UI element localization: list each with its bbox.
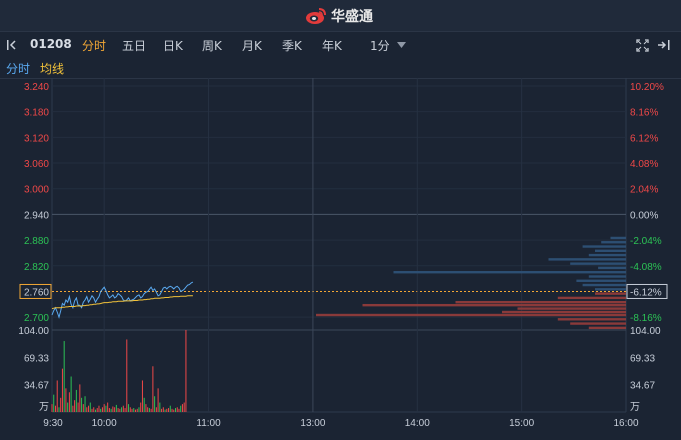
time-tick-label: 14:00 <box>405 418 430 429</box>
ask-depth-bar <box>601 241 626 244</box>
ask-depth-bar <box>598 266 626 270</box>
pct-tick-label: 10.20% <box>630 82 664 93</box>
ask-depth-bar <box>570 262 626 265</box>
price-tick-label: 3.180 <box>24 108 49 119</box>
price-tick-label: 3.120 <box>24 133 49 144</box>
price-tick-label: 3.240 <box>24 82 49 93</box>
bid-depth-bar <box>455 300 626 304</box>
app-header: 华盛通 <box>0 0 681 32</box>
price-tick-label: 2.880 <box>24 236 49 247</box>
pct-tick-label: 8.16% <box>630 108 658 119</box>
time-tick-label: 9:30 <box>43 418 63 429</box>
weibo-logo-icon <box>306 8 326 24</box>
bid-depth-bar <box>362 303 626 307</box>
bid-depth-bar <box>595 292 626 295</box>
tab-timeshare[interactable]: 分时 <box>82 37 106 54</box>
ask-depth-bar <box>576 279 626 282</box>
time-tick-label: 10:00 <box>92 418 117 429</box>
interval-select[interactable]: 1分 <box>370 37 390 54</box>
time-tick-label: 16:00 <box>613 418 638 429</box>
time-tick-label: 13:00 <box>300 418 325 429</box>
brand-logo: 华盛通 <box>305 6 373 26</box>
tab-monthly-k[interactable]: 月K <box>242 37 262 54</box>
chart-toolbar: 01208 分时 五日 日K 周K 月K 季K 年K 1分 <box>0 32 681 58</box>
tab-yearly-k[interactable]: 年K <box>322 37 342 54</box>
time-tick-label: 11:00 <box>196 418 221 429</box>
ask-depth-bar <box>588 253 626 257</box>
price-tick-label: 3.000 <box>24 185 49 196</box>
pct-tick-label: -2.04% <box>630 236 662 247</box>
pct-tick-label: -8.16% <box>630 313 662 324</box>
price-tick-label: 2.820 <box>24 262 49 273</box>
price-tick-label: 2.760 <box>24 287 49 298</box>
bid-depth-bar <box>316 313 626 317</box>
brand-name: 华盛通 <box>331 9 373 25</box>
price-tick-label: 2.700 <box>24 313 49 324</box>
legend-timeshare: 分时 <box>6 62 31 76</box>
bid-depth-bar <box>502 310 626 314</box>
pct-tick-label: 2.04% <box>630 185 658 196</box>
tab-quarterly-k[interactable]: 季K <box>282 37 302 54</box>
pct-tick-label: -4.08% <box>630 262 662 273</box>
tab-weekly-k[interactable]: 周K <box>202 37 222 54</box>
time-tick-label: 15:00 <box>509 418 534 429</box>
volume-unit-label: 万 <box>630 402 640 413</box>
bid-depth-bar <box>517 307 626 310</box>
collapse-left-icon[interactable] <box>6 39 20 51</box>
pct-tick-label: 0.00% <box>630 210 658 221</box>
ask-depth-bar <box>582 283 626 287</box>
volume-tick-label: 104.00 <box>18 326 49 337</box>
bid-depth-bar <box>570 322 626 325</box>
volume-tick-label: 34.67 <box>630 381 655 392</box>
bid-depth-bar <box>557 318 626 321</box>
bid-depth-bar <box>588 326 626 330</box>
ask-depth-bar <box>595 249 626 253</box>
ask-depth-bar <box>588 275 626 278</box>
tab-daily-k[interactable]: 日K <box>163 37 183 54</box>
legend-bar: 分时 均线 <box>0 58 681 79</box>
legend-average: 均线 <box>40 62 65 76</box>
expand-right-icon[interactable] <box>657 39 671 51</box>
tab-five-day[interactable]: 五日 <box>122 37 146 54</box>
ask-depth-bar <box>595 288 626 291</box>
chevron-down-icon[interactable] <box>397 42 406 48</box>
volume-unit-label: 万 <box>39 402 49 413</box>
intraday-chart-svg[interactable]: 3.240 10.20% 3.180 8.16% 3.120 6.12% 3.060 4.08… <box>0 78 681 435</box>
price-tick-label: 2.940 <box>24 210 49 221</box>
volume-tick-label: 104.00 <box>630 326 661 337</box>
volume-tick-label: 69.33 <box>630 353 655 364</box>
intraday-chart: 3.240 10.20% 3.180 8.16% 3.120 6.12% 3.060 4.08… <box>0 78 681 435</box>
stock-code: 01208 <box>30 37 72 51</box>
bid-depth-bar <box>557 296 626 300</box>
volume-tick-label: 69.33 <box>24 353 49 364</box>
ask-depth-bar <box>582 245 626 248</box>
ask-depth-bar <box>610 236 626 240</box>
pct-tick-label: 4.08% <box>630 159 658 170</box>
price-tick-label: 3.060 <box>24 159 49 170</box>
fullscreen-icon[interactable] <box>636 39 649 52</box>
pct-tick-label: 6.12% <box>630 133 658 144</box>
volume-tick-label: 34.67 <box>24 381 49 392</box>
pct-tick-label: -6.12% <box>630 287 662 298</box>
timeshare-price-line <box>51 281 194 319</box>
ask-depth-bar <box>548 258 626 261</box>
ask-depth-bar <box>393 271 626 274</box>
